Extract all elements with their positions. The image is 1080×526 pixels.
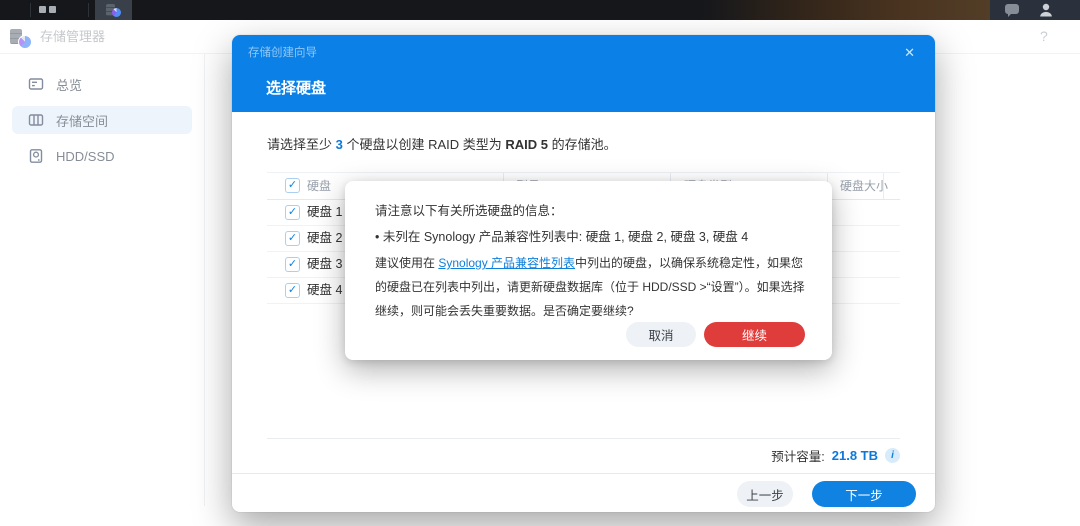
footer-divider [232,473,935,474]
cancel-button[interactable]: 取消 [626,322,696,347]
column-header-disk-size[interactable]: 硬盘大小 [840,173,888,199]
select-all-checkbox[interactable]: ✓ [285,178,300,193]
row-checkbox[interactable]: ✓ [285,283,300,298]
taskbar [0,0,1080,20]
capacity-label: 预计容量: [771,446,824,465]
column-header-disk[interactable]: 硬盘 [307,173,331,199]
chat-icon[interactable] [1004,3,1020,18]
wallpaper-patch [700,0,990,20]
column-separator [883,173,884,199]
row-checkbox[interactable]: ✓ [285,205,300,220]
disk-name: 硬盘 3 [307,252,342,277]
storage-manager-pie-icon [112,8,121,17]
wizard-header: 存储创建向导 选择硬盘 ✕ [232,35,935,112]
row-checkbox[interactable]: ✓ [285,257,300,272]
info-icon[interactable]: i [885,448,900,463]
capacity-value: 21.8 TB [832,448,878,463]
row-checkbox[interactable]: ✓ [285,231,300,246]
taskbar-divider [30,3,31,17]
dialog-buttons: 取消 继续 [626,322,805,347]
compatibility-list-link[interactable]: Synology 产品兼容性列表 [438,256,575,270]
raid-type: RAID 5 [505,137,548,152]
compatibility-warning-dialog: 请注意以下有关所选硬盘的信息： • 未列在 Synology 产品兼容性列表中:… [345,181,832,360]
open-apps-icon[interactable] [39,6,56,13]
dialog-paragraph: 建议使用在 Synology 产品兼容性列表中列出的硬盘，以确保系统稳定性，如果… [375,251,805,323]
taskbar-divider [88,3,89,17]
taskbar-tray [990,0,1080,20]
wizard-title: 存储创建向导 [248,44,317,60]
dialog-intro: 请注意以下有关所选硬盘的信息： [375,200,563,219]
continue-button[interactable]: 继续 [704,322,805,347]
min-disk-count: 3 [336,137,343,152]
dialog-bullet: • 未列在 Synology 产品兼容性列表中: 硬盘 1, 硬盘 2, 硬盘 … [375,226,748,245]
storage-manager-taskbar-button[interactable] [95,0,132,20]
disk-name: 硬盘 4 [307,278,342,303]
estimated-capacity: 预计容量: 21.8 TB i [771,446,900,465]
wizard-instruction: 请选择至少 3 个硬盘以创建 RAID 类型为 RAID 5 的存储池。 [267,134,617,153]
close-icon[interactable]: ✕ [904,45,915,61]
screen: 存储管理器 ? 总览 存储空间 HDD/ [0,0,1080,526]
user-icon[interactable] [1038,2,1054,18]
capacity-divider [267,438,900,439]
wizard-step-title: 选择硬盘 [266,77,326,98]
disk-name: 硬盘 1 [307,200,342,225]
disk-name: 硬盘 2 [307,226,342,251]
next-button[interactable]: 下一步 [812,481,916,507]
previous-button[interactable]: 上一步 [737,481,793,507]
